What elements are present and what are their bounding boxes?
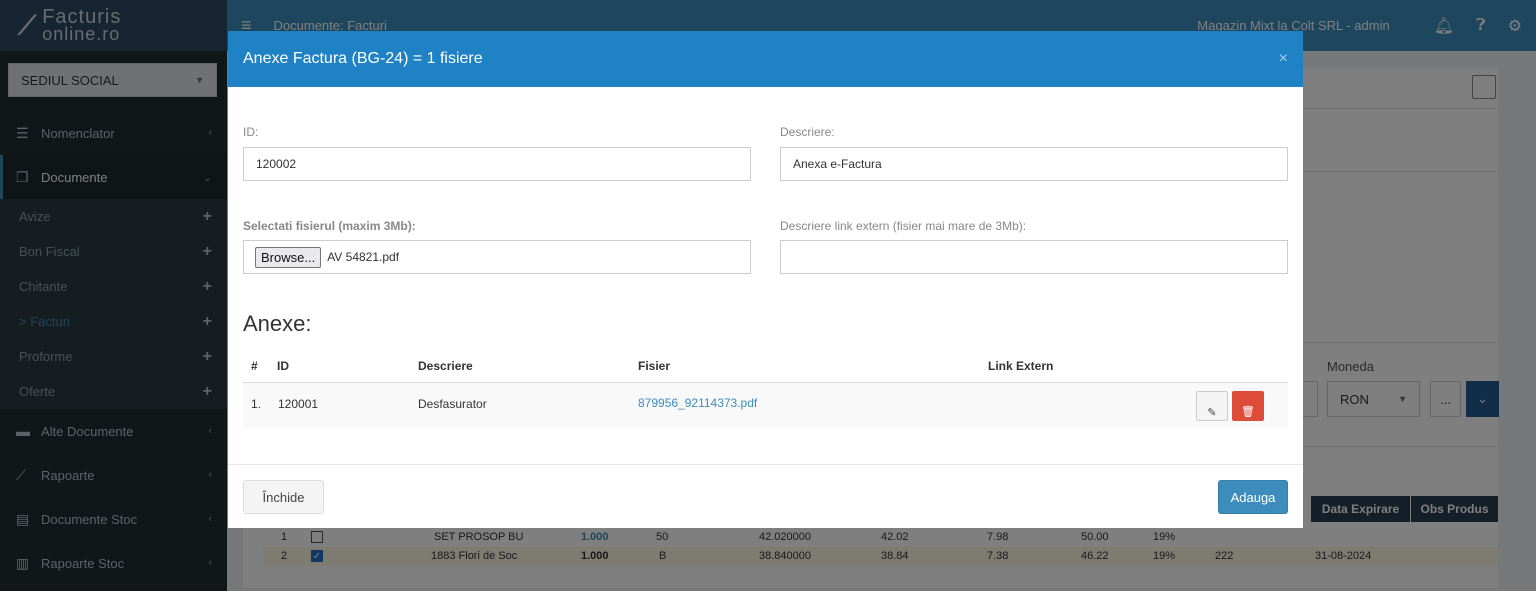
file-link[interactable]: 879956_92114373.pdf <box>638 396 757 410</box>
desc-field[interactable]: Anexa e-Factura <box>780 147 1288 181</box>
anexe-heading: Anexe: <box>243 311 312 336</box>
desc-label: Descriere: <box>780 125 835 139</box>
add-button[interactable]: Adauga <box>1218 480 1288 514</box>
table-row: 1. 120001 Desfasurator 879956_92114373.p… <box>243 382 1288 428</box>
modal-title: Anexe Factura (BG-24) = 1 fisiere <box>243 50 483 67</box>
pencil-icon: ✎ <box>1207 407 1217 419</box>
col-link-extern: Link Extern <box>988 359 1054 373</box>
anexe-modal: Anexe Factura (BG-24) = 1 fisiere × ID: … <box>228 31 1303 528</box>
close-icon[interactable]: × <box>1279 50 1288 68</box>
edit-button[interactable]: ✎ <box>1196 391 1228 421</box>
id-field[interactable]: 120002 <box>243 147 751 181</box>
close-button[interactable]: Închide <box>243 480 324 514</box>
link-label: Descriere link extern (fisier mai mare d… <box>780 219 1027 233</box>
link-field[interactable] <box>780 240 1288 274</box>
trash-icon: 🗑︎ <box>1241 406 1255 418</box>
col-id: ID <box>277 359 289 373</box>
modal-footer: Închide Adauga <box>228 464 1303 528</box>
col-nr: # <box>251 359 258 373</box>
modal-header: Anexe Factura (BG-24) = 1 fisiere × <box>228 31 1303 87</box>
file-name: AV 54821.pdf <box>327 250 400 264</box>
id-label: ID: <box>243 125 259 139</box>
file-label: Selectati fisierul (maxim 3Mb): <box>243 219 416 233</box>
browse-button[interactable]: Browse... <box>255 246 322 268</box>
anexe-table-header: # ID Descriere Fisier Link Extern <box>243 351 1288 381</box>
col-fisier: Fisier <box>638 359 671 373</box>
delete-button[interactable]: 🗑︎ <box>1232 391 1264 421</box>
col-descriere: Descriere <box>418 359 473 373</box>
file-input[interactable]: Browse... AV 54821.pdf <box>243 240 751 274</box>
